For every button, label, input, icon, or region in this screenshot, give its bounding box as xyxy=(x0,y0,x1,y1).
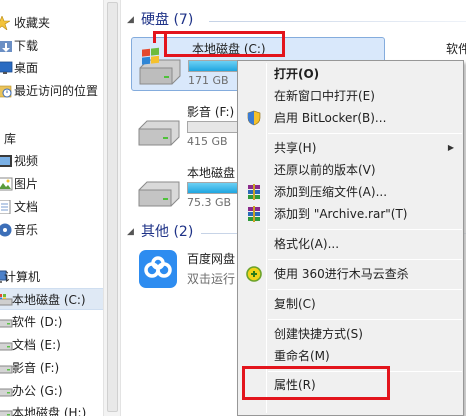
annotation-box-properties xyxy=(242,366,390,400)
recent-places-icon xyxy=(0,85,12,98)
navigation-pane: 收藏夹 下载 桌面 最近访问的位置 库 视频 图片 文档 音乐 计算机 本地磁盘… xyxy=(0,0,103,416)
nav-item-videos[interactable]: 视频 xyxy=(0,150,103,172)
menu-item-format[interactable]: 格式化(A)... xyxy=(240,233,462,255)
nav-item-drive-g[interactable]: 办公 (G:) xyxy=(0,380,103,402)
drive-icon xyxy=(138,181,180,207)
context-menu: 打开(O) 在新窗口中打开(E) 启用 BitLocker(B)... 共享(H… xyxy=(237,60,464,416)
menu-item-add-to-archive-rar[interactable]: 添加到 "Archive.rar"(T) xyxy=(240,203,462,225)
video-library-icon xyxy=(0,155,12,167)
annotation-box-corner xyxy=(153,31,169,43)
documents-library-icon xyxy=(0,200,11,214)
group-header-other[interactable]: ◢ 其他 (2) xyxy=(127,222,193,242)
nav-item-documents[interactable]: 文档 xyxy=(0,196,103,218)
nav-item-desktop[interactable]: 桌面 xyxy=(0,57,103,79)
nav-item-drive-e[interactable]: 文档 (E:) xyxy=(0,334,103,356)
menu-item-create-shortcut[interactable]: 创建快捷方式(S) xyxy=(240,323,462,345)
drive-info: 415 GB xyxy=(187,135,228,148)
nav-item-pictures[interactable]: 图片 xyxy=(0,173,103,195)
menu-separator xyxy=(268,133,462,134)
menu-item-rename[interactable]: 重命名(M) xyxy=(240,345,462,367)
drive-info: 171 GB xyxy=(188,74,229,87)
submenu-arrow-icon: ▶ xyxy=(447,143,454,152)
nav-item-drive-f[interactable]: 影音 (F:) xyxy=(0,357,103,379)
baidu-netdisk-icon xyxy=(139,250,177,288)
nav-item-downloads[interactable]: 下载 xyxy=(0,35,103,57)
nav-libraries[interactable]: 库 xyxy=(0,128,103,150)
nav-computer[interactable]: 计算机 xyxy=(0,266,103,288)
group-header-hard-disks[interactable]: ◢ 硬盘 (7) xyxy=(127,10,193,30)
drive-info: 75.3 GB xyxy=(187,196,232,209)
nav-item-drive-d[interactable]: 软件 (D:) xyxy=(0,311,103,333)
nav-item-drive-h[interactable]: 本地磁盘 (H:) xyxy=(0,402,103,416)
nav-favorites[interactable]: 收藏夹 xyxy=(0,12,103,34)
menu-item-bitlocker[interactable]: 启用 BitLocker(B)... xyxy=(240,107,462,129)
menu-item-share[interactable]: 共享(H) ▶ xyxy=(240,137,462,159)
menu-item-add-to-archive[interactable]: 添加到压缩文件(A)... xyxy=(240,181,462,203)
winrar-icon xyxy=(248,184,260,200)
group-divider xyxy=(209,21,466,22)
menu-item-open-new-window[interactable]: 在新窗口中打开(E) xyxy=(240,85,462,107)
item-name: 百度网盘 xyxy=(187,252,236,266)
360-icon xyxy=(246,266,262,282)
collapse-arrow-icon[interactable]: ◢ xyxy=(127,222,137,242)
menu-separator xyxy=(268,229,462,230)
collapse-arrow-icon[interactable]: ◢ xyxy=(127,10,137,30)
annotation-box-drive-c xyxy=(164,31,285,57)
menu-separator xyxy=(268,319,462,320)
drive-icon xyxy=(138,120,180,146)
item-info: 双击运行 xyxy=(187,272,236,286)
menu-item-open[interactable]: 打开(O) xyxy=(240,63,462,85)
nav-item-music[interactable]: 音乐 xyxy=(0,219,103,241)
nav-scrollbar[interactable] xyxy=(103,0,121,416)
desktop-icon xyxy=(0,61,13,74)
drive-usage-fill xyxy=(189,61,243,71)
menu-item-copy[interactable]: 复制(C) xyxy=(240,293,462,315)
music-library-icon xyxy=(0,223,12,237)
menu-separator xyxy=(268,289,462,290)
drive-name: 本地磁盘 xyxy=(187,166,236,180)
menu-separator xyxy=(268,259,462,260)
nav-item-drive-c[interactable]: 本地磁盘 (C:) xyxy=(0,288,103,310)
drive-name-right-column[interactable]: 软件 xyxy=(446,40,466,57)
winrar-icon xyxy=(248,206,260,222)
drive-name: 影音 (F:) xyxy=(187,105,235,119)
menu-item-restore-versions[interactable]: 还原以前的版本(V) xyxy=(240,159,462,181)
star-icon xyxy=(0,16,10,30)
pictures-library-icon xyxy=(0,177,13,191)
menu-item-360-scan[interactable]: 使用 360进行木马云查杀 xyxy=(240,263,462,285)
nav-scrollbar-thumb[interactable] xyxy=(107,2,118,412)
download-folder-icon xyxy=(0,41,12,52)
shield-icon xyxy=(247,110,261,126)
nav-item-recent[interactable]: 最近访问的位置 xyxy=(0,80,103,102)
